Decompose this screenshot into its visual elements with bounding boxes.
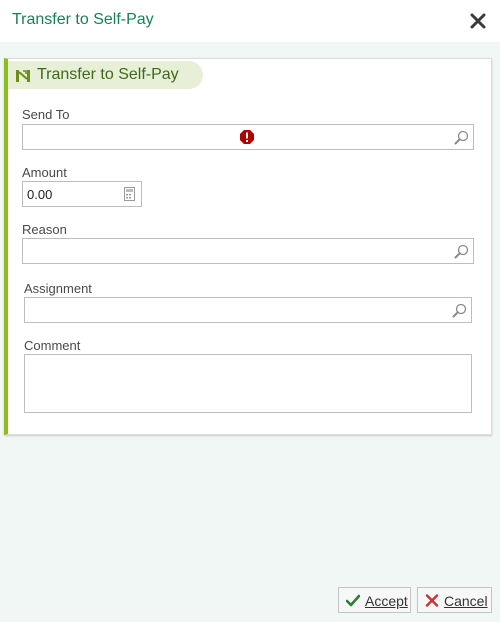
comment-textarea[interactable] bbox=[24, 354, 472, 413]
dialog-title: Transfer to Self-Pay bbox=[12, 11, 154, 28]
cancel-label: Cancel bbox=[444, 593, 488, 609]
panel-title: Transfer to Self-Pay bbox=[37, 66, 179, 83]
send-to-field[interactable] bbox=[22, 124, 474, 150]
x-icon bbox=[425, 594, 439, 607]
send-to-label: Send To bbox=[22, 107, 70, 122]
amount-value: 0.00 bbox=[27, 187, 53, 202]
panel-header: Transfer to Self-Pay bbox=[8, 61, 203, 89]
comment-label: Comment bbox=[24, 338, 81, 353]
transfer-icon bbox=[16, 70, 30, 82]
accept-button[interactable]: Accept bbox=[338, 587, 411, 613]
assignment-field[interactable] bbox=[24, 297, 472, 323]
search-icon[interactable] bbox=[454, 130, 469, 145]
search-icon[interactable] bbox=[454, 244, 469, 259]
amount-label: Amount bbox=[22, 165, 67, 180]
reason-label: Reason bbox=[22, 222, 67, 237]
dialog-titlebar: Transfer to Self-Pay bbox=[0, 0, 500, 42]
reason-field[interactable] bbox=[22, 238, 474, 264]
calculator-icon[interactable] bbox=[124, 187, 135, 201]
transfer-dialog: Transfer to Self-Pay Transfer to Self-Pa… bbox=[0, 0, 500, 622]
checkmark-icon bbox=[346, 594, 360, 607]
amount-field[interactable]: 0.00 bbox=[22, 181, 142, 207]
error-icon bbox=[240, 130, 254, 144]
close-icon[interactable] bbox=[470, 12, 486, 30]
accept-label: Accept bbox=[365, 593, 408, 609]
cancel-button[interactable]: Cancel bbox=[417, 587, 492, 613]
transfer-panel: Transfer to Self-Pay Send To Amount 0.00 bbox=[4, 58, 492, 435]
assignment-label: Assignment bbox=[24, 281, 92, 296]
search-icon[interactable] bbox=[452, 303, 467, 318]
